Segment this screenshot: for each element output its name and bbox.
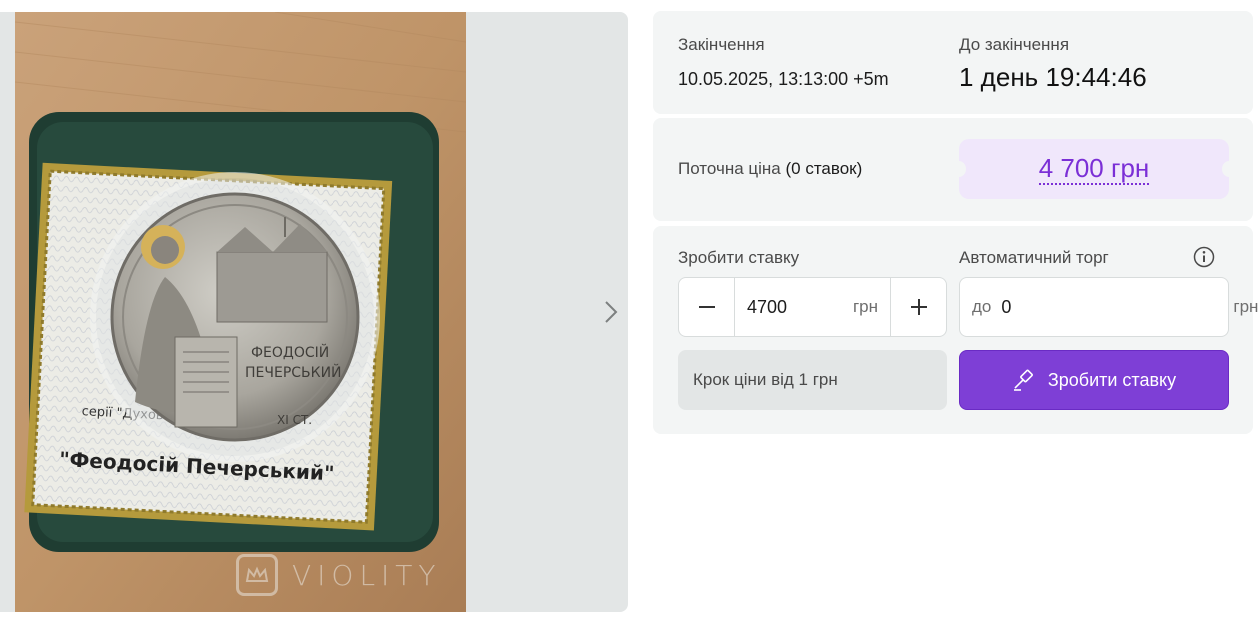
bid-amount-field: грн: [734, 278, 891, 336]
remaining-timer: 1 день 19:44:46: [959, 62, 1147, 92]
auto-bid-prefix: до: [972, 297, 992, 316]
bid-label: Зробити ставку: [678, 248, 800, 267]
coin-century-text: XI СТ.: [277, 413, 312, 427]
auction-dates-card: Закінчення 10.05.2025, 13:13:00 +5m До з…: [653, 11, 1253, 114]
violity-watermark: VIOLITY: [236, 554, 442, 596]
lot-photo[interactable]: серії "Духовні скарби України" "Феодосій…: [15, 12, 466, 612]
plus-icon: [910, 299, 927, 315]
gavel-icon: [1013, 369, 1033, 391]
end-label: Закінчення: [678, 35, 765, 54]
current-price[interactable]: 4 700 грн: [1038, 153, 1150, 185]
auto-bid-field: до грн: [959, 277, 1258, 337]
coin-text-line1: ФЕОДОСІЙ: [251, 343, 329, 361]
price-label: Поточна ціна (0 ставок): [678, 159, 862, 179]
remaining-label: До закінчення: [959, 35, 1070, 54]
plus-button[interactable]: [891, 278, 946, 336]
bid-amount-input[interactable]: [747, 296, 837, 318]
coin-text-line2: ПЕЧЕРСЬКИЙ: [245, 363, 342, 381]
auto-bid-currency: грн: [1233, 297, 1259, 316]
chevron-right-icon[interactable]: [598, 298, 624, 326]
bid-stepper: грн: [678, 277, 947, 337]
bids-count[interactable]: (0 ставок): [786, 159, 863, 178]
place-bid-label: Зробити ставку: [1047, 369, 1177, 390]
price-step-info: Крок ціни від 1 грн: [678, 350, 947, 410]
current-price-card: Поточна ціна (0 ставок) 4 700 грн: [653, 118, 1253, 221]
crown-icon: [236, 554, 278, 596]
end-value: 10.05.2025, 13:13:00 +5m: [678, 69, 889, 89]
bid-card: Зробити ставку Автоматичний торг грн до …: [653, 226, 1258, 434]
image-gallery: серії "Духовні скарби України" "Феодосій…: [0, 12, 628, 612]
watermark-text: VIOLITY: [292, 558, 442, 592]
minus-icon: [698, 306, 715, 308]
auto-bid-input[interactable]: [1001, 296, 1234, 318]
minus-button[interactable]: [679, 278, 734, 336]
auto-bid-label: Автоматичний торг: [959, 248, 1109, 267]
price-ticket: 4 700 грн: [952, 139, 1236, 199]
info-icon[interactable]: [1193, 246, 1215, 268]
price-label-text: Поточна ціна: [678, 159, 781, 178]
place-bid-button[interactable]: Зробити ставку: [959, 350, 1229, 410]
bid-currency: грн: [852, 297, 878, 316]
